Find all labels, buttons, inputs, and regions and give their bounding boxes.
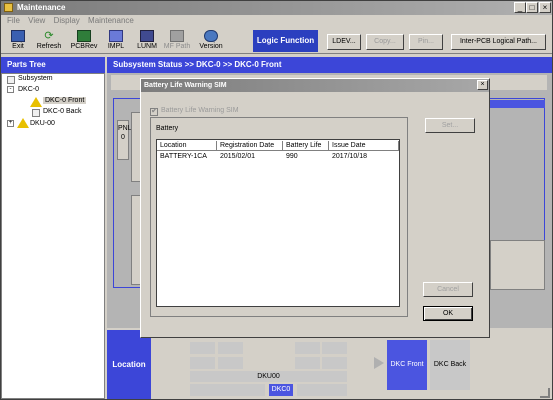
exit-icon — [11, 30, 25, 42]
cell-battery-life: 990 — [286, 153, 298, 160]
menu-view[interactable]: View — [28, 16, 45, 25]
pin-button[interactable]: Pin... — [409, 34, 443, 50]
dialog-close-button[interactable]: × — [477, 80, 488, 90]
location-label: Location — [107, 330, 151, 399]
mf-path-button[interactable]: MF Path — [162, 30, 192, 50]
cell-issue-date: 2017/10/18 — [332, 153, 368, 160]
tree-node-dkc0-front[interactable]: DKC-0 Front — [43, 97, 87, 104]
inter-pcb-logical-path-button[interactable]: Inter-PCB Logical Path... — [451, 34, 546, 50]
window-title: Maintenance — [17, 3, 66, 12]
dialog-title-bar: Battery Life Warning SIM — [141, 79, 489, 92]
copy-button[interactable]: Copy... — [366, 34, 404, 50]
location-cell[interactable] — [218, 342, 243, 354]
dkc-back-button[interactable]: DKC Back — [430, 340, 470, 390]
location-cell[interactable] — [322, 342, 347, 354]
refresh-icon: ⟳ — [44, 30, 54, 42]
menu-bar: File View Display Maintenance — [1, 15, 552, 27]
close-button[interactable]: × — [539, 2, 551, 13]
right-box — [490, 240, 545, 290]
warning-icon — [30, 97, 42, 107]
mf-path-icon — [170, 30, 184, 42]
pnl-panel: PNL 0 — [117, 120, 132, 160]
impl-icon — [109, 30, 123, 42]
right-panel — [490, 100, 545, 108]
minimize-button[interactable]: _ — [514, 2, 526, 13]
menu-file[interactable]: File — [7, 16, 20, 25]
column-header-battery-life[interactable]: Battery Life — [283, 141, 329, 151]
location-cell[interactable] — [190, 342, 215, 354]
version-icon — [204, 30, 218, 42]
battery-group-label: Battery — [156, 125, 179, 132]
dkc-front-button[interactable]: DKC Front — [387, 340, 427, 390]
parts-tree-header: Parts Tree — [1, 57, 105, 73]
version-button[interactable]: Version — [196, 30, 226, 50]
checkbox-label: Battery Life Warning SIM — [161, 107, 239, 114]
tree-node-subsystem[interactable]: Subsystem — [18, 75, 53, 82]
warning-icon — [17, 118, 29, 128]
checkmark-icon: ✔ — [151, 106, 158, 115]
resize-grip-icon[interactable] — [540, 388, 550, 398]
tree-node-dkc0-back[interactable]: DKC-0 Back — [43, 108, 82, 115]
location-cell[interactable] — [190, 384, 265, 396]
location-cell[interactable] — [218, 357, 243, 369]
set-button[interactable]: Set... — [425, 118, 475, 133]
pcb-icon — [77, 30, 91, 42]
maximize-button[interactable]: □ — [526, 2, 538, 13]
tree-node-dku00[interactable]: DKU-00 — [30, 120, 55, 127]
menu-display[interactable]: Display — [54, 16, 80, 25]
dkc-back-icon — [32, 109, 40, 117]
cancel-button[interactable]: Cancel — [423, 282, 473, 297]
subsystem-status-header: Subsystem Status >> DKC-0 >> DKC-0 Front — [107, 57, 552, 73]
subsystem-icon — [7, 76, 15, 84]
arrow-right-icon — [374, 357, 384, 369]
location-cell[interactable] — [190, 357, 215, 369]
location-cell[interactable] — [297, 384, 347, 396]
ok-button[interactable]: OK — [423, 306, 473, 321]
ldev-button[interactable]: LDEV... — [327, 34, 361, 50]
lunm-icon — [140, 30, 154, 42]
location-cell[interactable] — [322, 357, 347, 369]
cell-location: BATTERY-1CA — [160, 153, 207, 160]
location-cell[interactable] — [295, 357, 320, 369]
tree-collapse-icon[interactable]: - — [7, 86, 14, 93]
tree-node-dkc0[interactable]: DKC-0 — [18, 86, 39, 93]
menu-maintenance[interactable]: Maintenance — [88, 16, 134, 25]
tree-expand-icon[interactable]: + — [7, 120, 14, 127]
logic-function-tab[interactable]: Logic Function — [253, 30, 318, 52]
dku00-cell[interactable]: DKU00 — [190, 371, 347, 382]
column-header-registration-date[interactable]: Registration Date — [217, 141, 283, 151]
cell-registration-date: 2015/02/01 — [220, 153, 256, 160]
app-icon — [4, 3, 13, 12]
column-header-issue-date[interactable]: Issue Date — [329, 141, 399, 151]
pcbrev-button[interactable]: PCBRev — [68, 30, 100, 50]
impl-button[interactable]: IMPL — [104, 30, 128, 50]
refresh-button[interactable]: ⟳ Refresh — [34, 30, 64, 50]
exit-button[interactable]: Exit — [6, 30, 30, 50]
location-cell[interactable] — [295, 342, 320, 354]
title-bar: Maintenance — [1, 1, 552, 15]
lunm-button[interactable]: LUNM — [134, 30, 160, 50]
column-header-location[interactable]: Location — [157, 141, 217, 151]
dkc0-cell[interactable]: DKC0 — [269, 384, 293, 396]
battery-table — [156, 139, 400, 307]
